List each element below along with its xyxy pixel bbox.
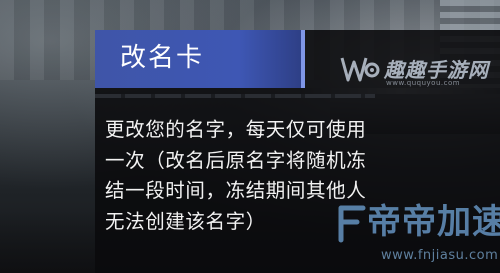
fnjiasu-watermark-url: www.fnjiasu.com: [381, 248, 499, 263]
fnjiasu-watermark: 帝帝加速器 www.fnjiasu.com: [335, 200, 500, 273]
item-title: 改名卡: [120, 43, 205, 73]
fnjiasu-watermark-name: 帝帝加速器: [367, 202, 500, 242]
qudao-watermark: 趣趣手游网 www.ququyou.com: [338, 48, 498, 92]
game-scene: 改名卡 更改您的名字，每天仅可使用一次（改名后原名字将随机冻结一段时间，冻结期间…: [0, 0, 500, 273]
header-divider: [95, 94, 375, 98]
gamepad-logo-icon: [340, 57, 380, 82]
qudao-watermark-url: www.ququyou.com: [386, 79, 461, 87]
accelerator-logo-icon: [338, 205, 366, 243]
item-title-header: 改名卡: [95, 30, 305, 88]
